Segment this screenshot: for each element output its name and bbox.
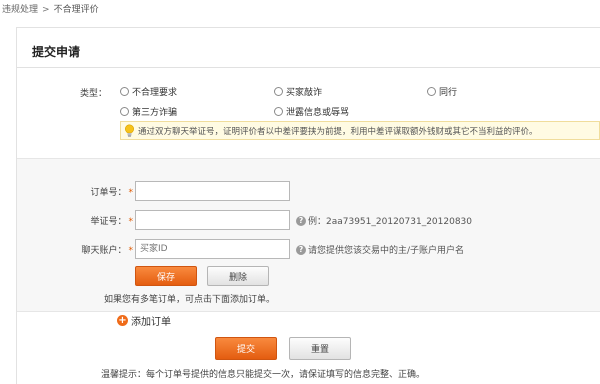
order-form: 订单号： * 举证号： * ? 例：2aa73951_20120731_201208… xyxy=(17,158,600,312)
required-mark: * xyxy=(128,217,134,227)
type-radio-buyer-extortion[interactable]: 买家敲诈 xyxy=(274,85,322,98)
chat-account-input[interactable] xyxy=(135,239,290,259)
radio-circle[interactable] xyxy=(427,87,436,96)
save-button[interactable]: 保存 xyxy=(135,266,197,286)
order-number-label-text: 订单号： xyxy=(90,188,127,198)
breadcrumb-separator: > xyxy=(42,5,50,15)
evidence-number-input[interactable] xyxy=(135,210,290,230)
breadcrumb-current: 不合理评价 xyxy=(53,5,99,15)
evidence-number-label-text: 举证号： xyxy=(90,217,127,227)
reset-button[interactable]: 重置 xyxy=(289,337,351,360)
warm-tip-text: 温馨提示：每个订单号提供的信息只能提交一次，请保证填写的信息完整、正确。 xyxy=(101,370,426,380)
breadcrumb-parent-link[interactable]: 违规处理 xyxy=(2,5,38,15)
type-radio-unreasonable-request[interactable]: 不合理要求 xyxy=(120,85,177,98)
title-divider xyxy=(17,67,600,68)
breadcrumb: 违规处理 > 不合理评价 xyxy=(2,2,99,15)
order-number-input[interactable] xyxy=(135,181,290,201)
radio-circle[interactable] xyxy=(120,87,129,96)
chat-account-label: 聊天账户： * xyxy=(33,243,133,256)
add-order-link[interactable]: + 添加订单 xyxy=(117,313,171,328)
evidence-help: ? 例：2aa73951_20120731_20120830 xyxy=(296,214,472,227)
add-order-label: 添加订单 xyxy=(131,317,171,328)
chat-account-help: ? 请您提供您该交易中的主/子账户用户名 xyxy=(296,243,464,256)
radio-circle[interactable] xyxy=(274,107,283,116)
submit-button[interactable]: 提交 xyxy=(215,337,277,360)
evidence-help-text: 例：2aa73951_20120731_20120830 xyxy=(308,217,473,227)
type-tip-box: 通过双方聊天举证号，证明评价者以中差评要挟为前提，利用中差评谋取额外钱财或其它不… xyxy=(120,121,600,140)
type-option-label: 买家敲诈 xyxy=(286,88,323,98)
type-option-label: 第三方诈骗 xyxy=(132,108,178,118)
type-label: 类型： xyxy=(80,89,108,99)
required-mark: * xyxy=(128,188,134,198)
lightbulb-icon xyxy=(125,124,134,137)
help-question-icon[interactable]: ? xyxy=(296,244,306,255)
delete-button[interactable]: 删除 xyxy=(207,266,269,286)
help-question-icon[interactable]: ? xyxy=(296,215,306,226)
evidence-number-label: 举证号： * xyxy=(33,214,133,227)
type-radio-third-party-fraud[interactable]: 第三方诈骗 xyxy=(120,105,177,118)
panel-title: 提交申请 xyxy=(32,45,81,59)
type-option-label: 不合理要求 xyxy=(132,88,178,98)
order-number-label: 订单号： * xyxy=(33,185,133,198)
application-panel: 提交申请 类型： 不合理要求 买家敲诈 同行 第三方诈骗 泄露信息或辱骂 通过双… xyxy=(16,27,600,384)
tip-text: 通过双方聊天举证号，证明评价者以中差评要挟为前提，利用中差评谋取额外钱财或其它不… xyxy=(138,126,538,137)
required-mark: * xyxy=(128,246,134,256)
type-option-label: 同行 xyxy=(439,88,458,98)
multi-order-note: 如果您有多笔订单，可点击下面添加订单。 xyxy=(104,295,276,305)
chat-account-help-text: 请您提供您该交易中的主/子账户用户名 xyxy=(308,246,465,256)
type-radio-competitor[interactable]: 同行 xyxy=(427,85,457,98)
chat-account-label-text: 聊天账户： xyxy=(81,246,127,256)
radio-circle[interactable] xyxy=(274,87,283,96)
type-option-label: 泄露信息或辱骂 xyxy=(286,108,350,118)
type-radio-info-leak-abuse[interactable]: 泄露信息或辱骂 xyxy=(274,105,349,118)
radio-circle[interactable] xyxy=(120,107,129,116)
plus-icon: + xyxy=(117,314,128,326)
